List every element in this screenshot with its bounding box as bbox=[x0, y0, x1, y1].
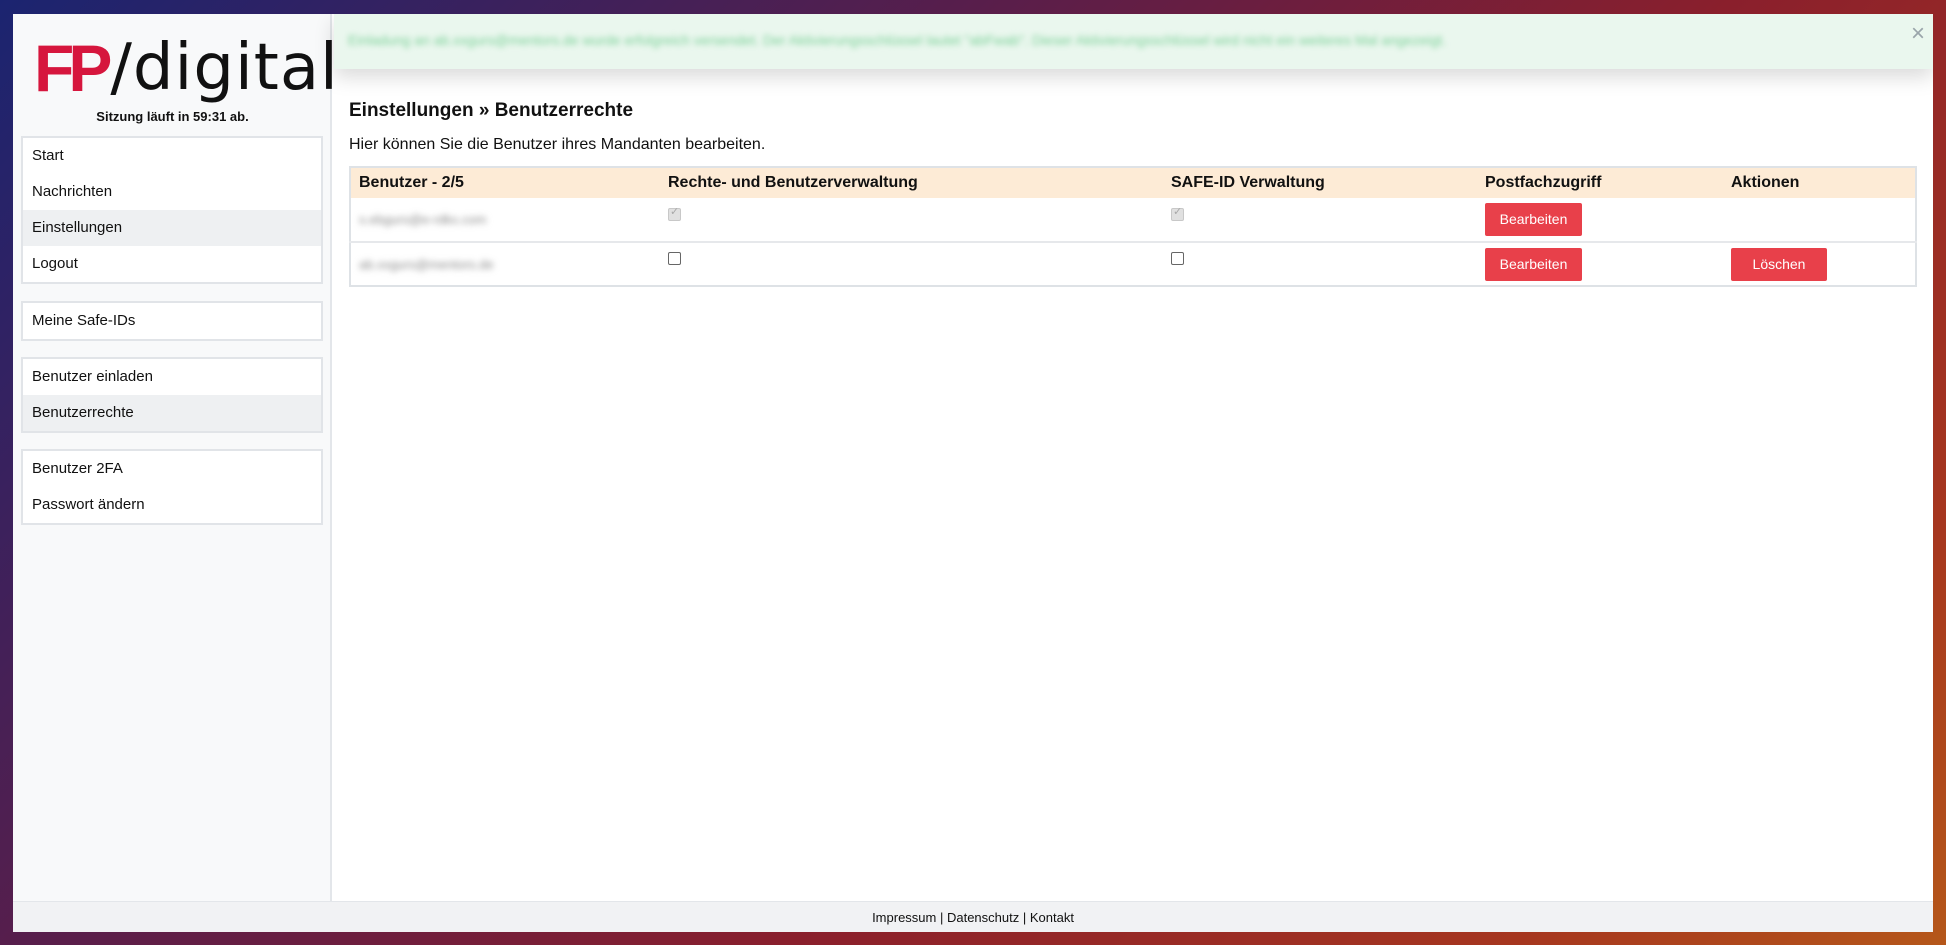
nav-group-users: Benutzer einladen Benutzerrechte bbox=[21, 357, 323, 433]
safeid-checkbox bbox=[1171, 205, 1184, 221]
page-title: Einstellungen » Benutzerrechte bbox=[349, 100, 634, 121]
page-description: Hier können Sie die Benutzer ihres Manda… bbox=[349, 136, 766, 153]
safeid-checkbox[interactable] bbox=[1171, 252, 1184, 266]
logo-mark: FP bbox=[34, 31, 112, 105]
sidebar-item-nachrichten[interactable]: Nachrichten bbox=[23, 174, 321, 210]
close-icon[interactable]: × bbox=[1911, 22, 1925, 46]
actions-cell bbox=[1723, 198, 1916, 242]
postfach-cell: Bearbeiten bbox=[1477, 241, 1723, 286]
users-table: Benutzer - 2/5 Rechte- und Benutzerverwa… bbox=[349, 166, 1917, 287]
sidebar-item-einstellungen[interactable]: Einstellungen bbox=[23, 210, 321, 246]
sidebar-item-passwort-aendern[interactable]: Passwort ändern bbox=[23, 487, 321, 523]
sidebar-item-benutzer-2fa[interactable]: Benutzer 2FA bbox=[23, 451, 321, 487]
sidebar-item-start[interactable]: Start bbox=[23, 138, 321, 174]
table-row: ab.xxgurs@mentors.de Bearbeiten Löschen bbox=[350, 241, 1916, 286]
postfach-cell: Bearbeiten bbox=[1477, 198, 1723, 242]
user-cell: s.ebgurs@e-rdkx.com bbox=[350, 198, 660, 242]
sidebar-item-logout[interactable]: Logout bbox=[23, 246, 321, 282]
nav-group-safeids: Meine Safe-IDs bbox=[21, 301, 323, 341]
table-header-row: Benutzer - 2/5 Rechte- und Benutzerverwa… bbox=[350, 167, 1916, 198]
column-header-postfach: Postfachzugriff bbox=[1477, 167, 1723, 198]
success-alert: Einladung an ab.xxgurs@mentors.de wurde … bbox=[334, 14, 1933, 69]
user-cell: ab.xxgurs@mentors.de bbox=[350, 241, 660, 286]
safeid-cell bbox=[1163, 241, 1477, 286]
footer-link-datenschutz[interactable]: Datenschutz bbox=[947, 910, 1019, 925]
sidebar-item-benutzer-einladen[interactable]: Benutzer einladen bbox=[23, 359, 321, 395]
table-row: s.ebgurs@e-rdkx.com Bearbeiten bbox=[350, 198, 1916, 242]
sidebar-item-benutzerrechte[interactable]: Benutzerrechte bbox=[23, 395, 321, 431]
rights-checkbox[interactable] bbox=[668, 252, 681, 266]
edit-button[interactable]: Bearbeiten bbox=[1485, 247, 1582, 281]
nav-group-main: Start Nachrichten Einstellungen Logout bbox=[21, 136, 323, 284]
safeid-cell bbox=[1163, 198, 1477, 242]
footer-separator: | bbox=[1019, 910, 1030, 925]
alert-message: Einladung an ab.xxgurs@mentors.de wurde … bbox=[348, 32, 1447, 48]
logo[interactable]: FP /digital bbox=[34, 32, 339, 104]
footer-separator: | bbox=[936, 910, 947, 925]
user-email: s.ebgurs@e-rdkx.com bbox=[359, 212, 487, 227]
column-header-aktionen: Aktionen bbox=[1723, 167, 1916, 198]
delete-button[interactable]: Löschen bbox=[1731, 247, 1827, 281]
edit-button[interactable]: Bearbeiten bbox=[1485, 203, 1582, 236]
sidebar-item-meine-safe-ids[interactable]: Meine Safe-IDs bbox=[23, 303, 321, 339]
rights-cell bbox=[660, 198, 1163, 242]
main-content: Einladung an ab.xxgurs@mentors.de wurde … bbox=[334, 14, 1933, 901]
column-header-benutzer: Benutzer - 2/5 bbox=[350, 167, 660, 198]
sidebar: FP /digital Sitzung läuft in 59:31 ab. S… bbox=[13, 14, 338, 901]
session-timer: Sitzung läuft in 59:31 ab. bbox=[96, 109, 249, 124]
footer-link-kontakt[interactable]: Kontakt bbox=[1030, 910, 1074, 925]
actions-cell: Löschen bbox=[1723, 241, 1916, 286]
nav-group-account: Benutzer 2FA Passwort ändern bbox=[21, 449, 323, 525]
footer-link-impressum[interactable]: Impressum bbox=[872, 910, 936, 925]
app-window: FP /digital Sitzung läuft in 59:31 ab. S… bbox=[13, 14, 1933, 932]
user-email: ab.xxgurs@mentors.de bbox=[359, 256, 494, 272]
column-header-safe-id: SAFE-ID Verwaltung bbox=[1163, 167, 1477, 198]
rights-checkbox bbox=[668, 205, 681, 221]
logo-text: /digital bbox=[110, 31, 339, 105]
rights-cell bbox=[660, 241, 1163, 286]
column-header-rechte: Rechte- und Benutzerverwaltung bbox=[660, 167, 1163, 198]
footer: Impressum | Datenschutz | Kontakt bbox=[13, 901, 1933, 932]
